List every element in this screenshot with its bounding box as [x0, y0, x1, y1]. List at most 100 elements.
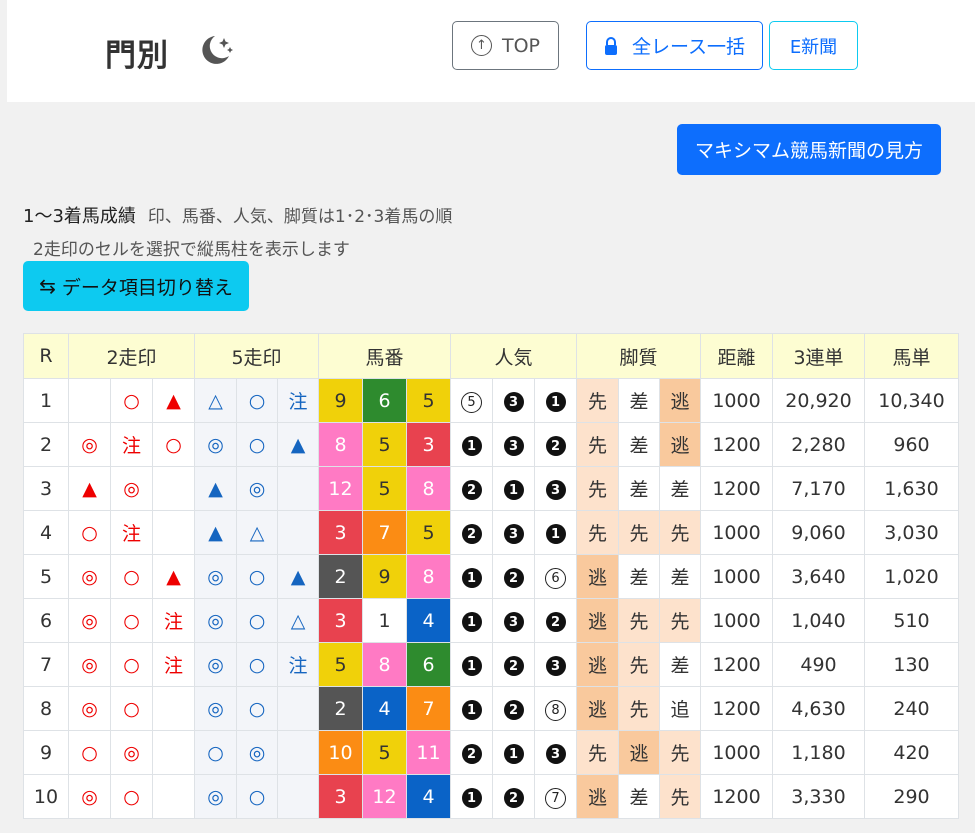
mark2-cell[interactable]: 注 [152, 642, 195, 687]
mark2-cell[interactable] [152, 686, 195, 731]
e-newspaper-label: E新聞 [789, 36, 838, 58]
mark2-cell[interactable]: 注 [110, 510, 153, 555]
distance-cell: 1200 [700, 774, 773, 819]
results-info: 1〜3着馬成績 印、馬番、人気、脚質は1･2･3着馬の順 [23, 202, 452, 228]
top-button[interactable]: ↑ TOP [452, 21, 559, 70]
popularity-cell: 2 [492, 642, 535, 687]
exacta-cell: 960 [864, 422, 959, 467]
mark2-cell[interactable]: ◎ [68, 686, 111, 731]
mark2-cell[interactable]: ◎ [110, 466, 153, 511]
mark2-cell[interactable]: ▲ [68, 466, 111, 511]
mark5-cell: ○ [236, 378, 278, 423]
exacta-cell: 290 [864, 774, 959, 819]
popularity-badge: 1 [461, 612, 482, 633]
header-mark5: 5走印 [194, 333, 319, 379]
guide-button[interactable]: マキシマム競馬新聞の見方 [677, 124, 941, 175]
mark2-cell[interactable]: ◎ [68, 642, 111, 687]
mark5-cell: ○ [194, 730, 237, 775]
mark2-cell[interactable]: ▲ [152, 378, 195, 423]
running-style-cell: 逃 [576, 774, 619, 819]
header-exacta: 馬単 [864, 333, 959, 379]
popularity-badge: 2 [461, 524, 482, 545]
mark5-cell: ○ [236, 422, 278, 467]
mark5-cell: ◎ [194, 774, 237, 819]
running-style-cell: 差 [659, 466, 701, 511]
trifecta-cell: 2,280 [772, 422, 865, 467]
mark2-cell[interactable] [152, 774, 195, 819]
mark2-cell[interactable]: ○ [110, 554, 153, 599]
running-style-cell: 先 [659, 510, 701, 555]
mark2-cell[interactable]: ◎ [68, 598, 111, 643]
distance-cell: 1200 [700, 686, 773, 731]
running-style-cell: 逃 [576, 686, 619, 731]
horse-number-cell: 3 [318, 774, 363, 819]
horse-number-cell: 8 [406, 554, 451, 599]
mark5-cell: △ [236, 510, 278, 555]
popularity-badge: 1 [461, 700, 482, 721]
moon-stars-icon[interactable] [193, 30, 237, 74]
horse-number-cell: 8 [318, 422, 363, 467]
mark2-cell[interactable]: ○ [68, 510, 111, 555]
mark2-cell[interactable]: 注 [110, 422, 153, 467]
race-number: 1 [23, 378, 69, 423]
horse-number-cell: 10 [318, 730, 363, 775]
popularity-cell: 1 [450, 774, 493, 819]
switch-data-button[interactable]: ⇆ データ項目切り替え [23, 261, 249, 311]
mark2-cell[interactable]: ○ [110, 598, 153, 643]
mark5-cell: ◎ [194, 686, 237, 731]
mark5-cell [277, 730, 319, 775]
mark2-cell[interactable]: ◎ [68, 422, 111, 467]
mark5-cell [277, 466, 319, 511]
popularity-badge: 3 [545, 656, 566, 677]
race-number: 10 [23, 774, 69, 819]
mark2-cell[interactable]: ◎ [68, 774, 111, 819]
distance-cell: 1200 [700, 422, 773, 467]
page-title: 門別 [105, 38, 169, 74]
header-horse-number: 馬番 [318, 333, 451, 379]
distance-cell: 1000 [700, 598, 773, 643]
horse-number-cell: 1 [362, 598, 407, 643]
mark2-cell[interactable] [68, 378, 111, 423]
mark2-cell[interactable]: ○ [110, 642, 153, 687]
popularity-cell: 3 [492, 510, 535, 555]
popularity-cell: 1 [450, 642, 493, 687]
popularity-cell: 7 [534, 774, 577, 819]
popularity-cell: 2 [492, 774, 535, 819]
header-mark2: 2走印 [68, 333, 195, 379]
popularity-badge: 3 [503, 524, 524, 545]
running-style-cell: 先 [618, 598, 660, 643]
exacta-cell: 1,020 [864, 554, 959, 599]
mark2-cell[interactable] [152, 510, 195, 555]
popularity-badge: 3 [503, 392, 524, 413]
mark2-cell[interactable]: 注 [152, 598, 195, 643]
mark2-cell[interactable] [152, 466, 195, 511]
table-row: 10 ◎ ○ ◎ ○ 3 12 4 1 2 7 逃差先 1200 3,330 290 [23, 774, 959, 819]
exacta-cell: 10,340 [864, 378, 959, 423]
mark2-cell[interactable]: ○ [152, 422, 195, 467]
running-style-cell: 先 [618, 510, 660, 555]
mark2-cell[interactable]: ○ [110, 774, 153, 819]
race-number: 4 [23, 510, 69, 555]
popularity-cell: 3 [534, 642, 577, 687]
mark2-cell[interactable]: ▲ [152, 554, 195, 599]
running-style-cell: 先 [576, 466, 619, 511]
all-races-button[interactable]: 全レース一括 [586, 21, 763, 70]
horse-number-cell: 9 [318, 378, 363, 423]
mark2-cell[interactable]: ○ [68, 730, 111, 775]
popularity-badge: 1 [461, 788, 482, 809]
popularity-cell: 2 [450, 510, 493, 555]
mark2-cell[interactable]: ○ [110, 686, 153, 731]
popularity-badge: 2 [503, 568, 524, 589]
mark2-cell[interactable]: ◎ [68, 554, 111, 599]
running-style-cell: 追 [659, 686, 701, 731]
horse-number-cell: 5 [362, 730, 407, 775]
running-style-cell: 差 [618, 774, 660, 819]
popularity-badge: 8 [545, 699, 566, 721]
mark2-cell[interactable] [152, 730, 195, 775]
e-newspaper-button[interactable]: E新聞 [769, 21, 858, 70]
mark5-cell: ▲ [277, 422, 319, 467]
mark5-cell: △ [194, 378, 237, 423]
horse-number-cell: 2 [318, 554, 363, 599]
mark2-cell[interactable]: ○ [110, 378, 153, 423]
mark2-cell[interactable]: ◎ [110, 730, 153, 775]
